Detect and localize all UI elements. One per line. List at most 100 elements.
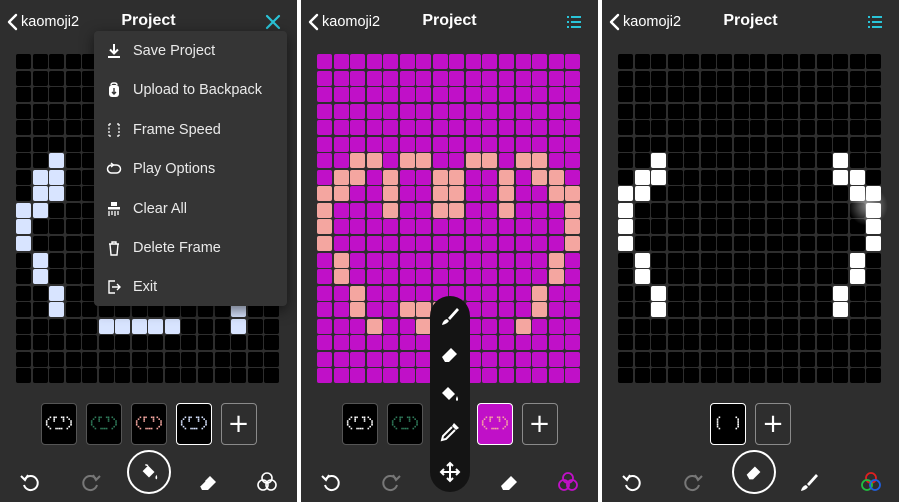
pixel-cell[interactable] [750,103,766,119]
pixel-cell[interactable] [532,269,548,285]
pixel-cell[interactable] [783,103,799,119]
pixel-cell[interactable] [866,302,882,318]
pixel-cell[interactable] [816,252,832,268]
pixel-cell[interactable] [416,153,432,169]
pixel-cell[interactable] [482,202,498,218]
pixel-cell[interactable] [49,169,65,185]
pixel-cell[interactable] [733,70,749,86]
pixel-cell[interactable] [532,252,548,268]
pixel-cell[interactable] [717,169,733,185]
pixel-cell[interactable] [49,87,65,103]
pixel-cell[interactable] [65,186,81,202]
pixel-cell[interactable] [247,318,263,334]
pixel-cell[interactable] [634,335,650,351]
pixel-cell[interactable] [465,285,481,301]
pixel-cell[interactable] [383,236,399,252]
pixel-cell[interactable] [515,120,531,136]
pixel-cell[interactable] [634,54,650,69]
pixel-cell[interactable] [532,285,548,301]
pixel-cell[interactable] [667,186,683,202]
pixel-cell[interactable] [684,103,700,119]
pixel-cell[interactable] [532,70,548,86]
pixel-cell[interactable] [783,335,799,351]
close-menu-button[interactable] [263,12,283,32]
pixel-cell[interactable] [115,351,131,367]
pixel-cell[interactable] [651,54,667,69]
pixel-cell[interactable] [383,269,399,285]
pixel-cell[interactable] [82,351,98,367]
pixel-cell[interactable] [214,368,230,384]
pixel-cell[interactable] [532,87,548,103]
pixel-cell[interactable] [866,103,882,119]
pixel-cell[interactable] [350,285,366,301]
pixel-cell[interactable] [465,120,481,136]
pixel-cell[interactable] [465,186,481,202]
pixel-cell[interactable] [465,87,481,103]
pixel-cell[interactable] [548,186,564,202]
pixel-cell[interactable] [833,368,849,384]
pixel-cell[interactable] [800,219,816,235]
pixel-cell[interactable] [65,285,81,301]
pixel-cell[interactable] [548,219,564,235]
pixel-cell[interactable] [181,368,197,384]
pixel-cell[interactable] [833,335,849,351]
pixel-cell[interactable] [366,153,382,169]
pixel-cell[interactable] [618,236,633,252]
pixel-cell[interactable] [32,302,48,318]
pixel-cell[interactable] [667,236,683,252]
pixel-cell[interactable] [98,318,114,334]
pixel-cell[interactable] [783,302,799,318]
pixel-cell[interactable] [482,219,498,235]
pixel-cell[interactable] [499,54,515,69]
pixel-cell[interactable] [333,153,349,169]
pixel-cell[interactable] [515,335,531,351]
pixel-cell[interactable] [350,186,366,202]
pixel-cell[interactable] [499,120,515,136]
pixel-cell[interactable] [350,236,366,252]
pixel-cell[interactable] [634,70,650,86]
pixel-cell[interactable] [565,252,581,268]
pixel-cell[interactable] [849,219,865,235]
pixel-cell[interactable] [317,269,332,285]
pixel-cell[interactable] [833,285,849,301]
pixel-cell[interactable] [65,202,81,218]
pixel-cell[interactable] [618,54,633,69]
pixel-cell[interactable] [700,302,716,318]
pixel-cell[interactable] [115,368,131,384]
pixel-cell[interactable] [399,136,415,152]
pixel-cell[interactable] [432,103,448,119]
pixel-cell[interactable] [399,236,415,252]
pixel-cell[interactable] [515,70,531,86]
pixel-cell[interactable] [432,87,448,103]
pixel-cell[interactable] [565,54,581,69]
back-button[interactable]: kaomoji2 [307,11,380,33]
pixel-cell[interactable] [432,269,448,285]
pixel-cell[interactable] [634,120,650,136]
pixel-cell[interactable] [317,169,332,185]
pixel-cell[interactable] [750,368,766,384]
pixel-cell[interactable] [383,136,399,152]
pixel-cell[interactable] [432,153,448,169]
pixel-cell[interactable] [198,335,214,351]
pixel-cell[interactable] [350,252,366,268]
pixel-cell[interactable] [750,285,766,301]
pixel-cell[interactable] [532,103,548,119]
pixel-cell[interactable] [317,87,332,103]
pixel-cell[interactable] [766,219,782,235]
pixel-cell[interactable] [214,318,230,334]
pixel-cell[interactable] [565,87,581,103]
pixel-cell[interactable] [350,54,366,69]
pixel-cell[interactable] [717,87,733,103]
pixel-cell[interactable] [651,120,667,136]
pixel-cell[interactable] [98,368,114,384]
pixel-cell[interactable] [49,54,65,69]
pixel-cell[interactable] [866,87,882,103]
pixel-cell[interactable] [317,54,332,69]
pixel-cell[interactable] [383,368,399,384]
pixel-cell[interactable] [651,186,667,202]
pixel-cell[interactable] [700,103,716,119]
pixel-cell[interactable] [515,153,531,169]
pixel-cell[interactable] [634,103,650,119]
pixel-cell[interactable] [717,335,733,351]
pixel-cell[interactable] [317,136,332,152]
